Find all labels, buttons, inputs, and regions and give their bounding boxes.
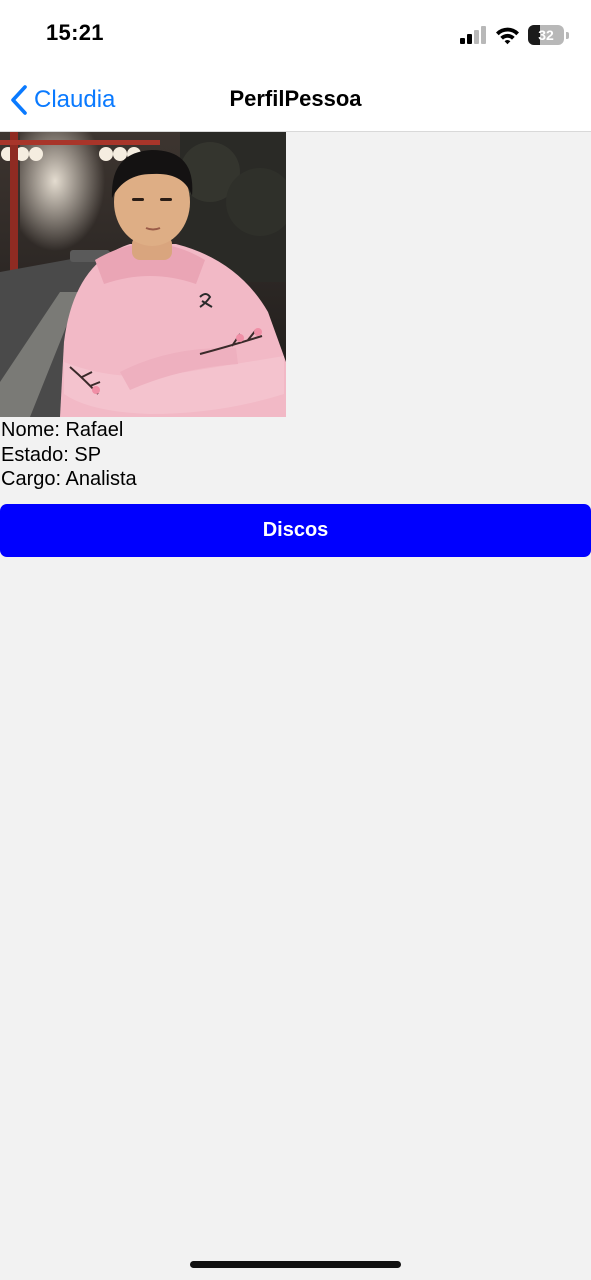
wifi-icon (496, 27, 519, 44)
status-icons: 32 (460, 22, 569, 48)
navigation-bar: Claudia PerfilPessoa (0, 66, 591, 132)
cargo-label: Cargo: Analista (1, 468, 137, 490)
page-title: PerfilPessoa (229, 86, 362, 111)
status-bar: 15:21 32 (0, 0, 591, 66)
battery-level: 32 (538, 27, 554, 43)
profile-photo (0, 132, 286, 417)
battery-cap (566, 31, 569, 39)
status-time: 15:21 (46, 20, 104, 45)
estado-label: Estado: SP (1, 443, 102, 466)
nome-label: Nome: Rafael (1, 419, 124, 441)
battery-icon: 32 (528, 25, 564, 45)
home-indicator[interactable] (190, 1261, 401, 1268)
cellular-signal-icon (460, 26, 486, 44)
profile-info: Nome: Rafael Estado: SP Cargo: Analista (1, 418, 137, 492)
discos-button[interactable]: Discos (0, 504, 591, 557)
